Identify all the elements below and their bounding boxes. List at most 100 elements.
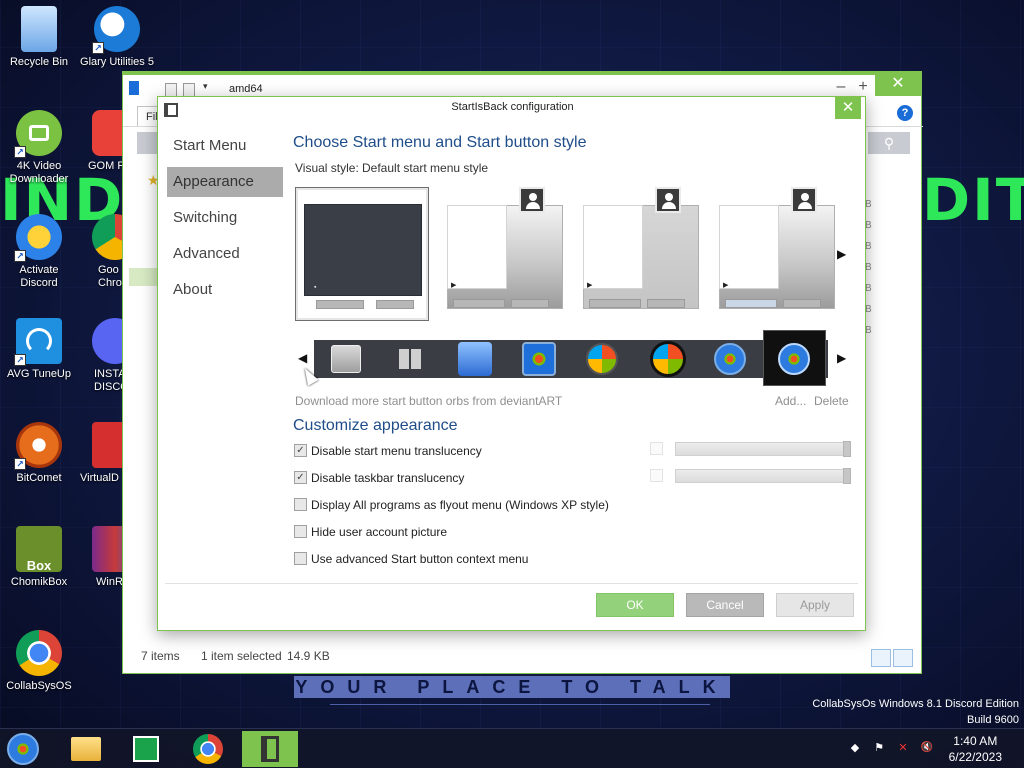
close-button[interactable]: ✕ — [875, 72, 921, 96]
desktop-icon-google-chrome[interactable]: Goo Chro — [80, 214, 128, 290]
properties-icon[interactable] — [165, 83, 177, 97]
windows-orb-icon — [7, 733, 39, 765]
option-label: Disable start menu translucency — [311, 443, 482, 458]
nav-advanced[interactable]: Advanced — [167, 239, 283, 269]
desktop-icon-virtualdj[interactable]: VirtualD — [80, 422, 128, 485]
desktop-icon-avg-tuneup[interactable]: ↗ AVG TuneUp — [0, 318, 78, 381]
desktop-icon-recycle-bin[interactable]: Recycle Bin — [0, 6, 78, 69]
desktop-icon-4k-video-downloader[interactable]: ↗ 4K Video Downloader — [0, 110, 78, 186]
option-flyout-all-programs[interactable]: Display All programs as flyout menu (Win… — [294, 497, 609, 513]
quick-access-dropdown-icon[interactable]: ▾ — [203, 81, 208, 92]
minimize-button[interactable]: – — [829, 77, 853, 97]
volume-muted-icon[interactable]: 🔇 — [920, 741, 934, 755]
download-orbs-link[interactable]: Download more start button orbs from dev… — [295, 394, 562, 408]
cancel-button[interactable]: Cancel — [686, 593, 764, 617]
nav-switching[interactable]: Switching — [167, 203, 283, 233]
file-size-cell: B — [865, 220, 872, 231]
shortcut-arrow-icon: ↗ — [92, 42, 104, 54]
next-style-arrow-icon[interactable]: ▶ — [837, 247, 846, 261]
next-orb-arrow-icon[interactable]: ▶ — [837, 351, 846, 365]
option-disable-start-menu-translucency[interactable]: ✓ Disable start menu translucency — [294, 443, 482, 459]
start-orb-4[interactable] — [522, 342, 556, 376]
start-orb-3[interactable] — [458, 342, 492, 376]
show-hidden-icons-icon[interactable]: ◆ — [848, 741, 862, 755]
style-thumbnail-2[interactable]: ▶ — [439, 187, 573, 321]
option-disable-taskbar-translucency[interactable]: ✓ Disable taskbar translucency — [294, 470, 464, 486]
shortcut-arrow-icon: ↗ — [14, 146, 26, 158]
desktop-icon-label: Recycle Bin — [9, 56, 69, 68]
maximize-button[interactable]: + — [851, 77, 875, 97]
file-size-cell: B — [865, 304, 872, 315]
start-menu-opacity-slider[interactable] — [675, 441, 851, 457]
desktop-icon-glary-utilities[interactable]: ↗ Glary Utilities 5 — [78, 6, 156, 69]
action-center-flag-icon[interactable]: ⚑ — [872, 741, 886, 755]
start-orb-8[interactable] — [778, 343, 810, 375]
desktop-icon-activate-discord[interactable]: ↗ Activate Discord — [0, 214, 78, 290]
dialog-close-button[interactable]: ✕ — [835, 97, 861, 119]
nav-pane-selected-item[interactable] — [129, 268, 159, 286]
desktop-icon-gom-player[interactable]: GOM P — [80, 110, 128, 173]
taskbar-opacity-slider[interactable] — [675, 468, 851, 484]
nav-start-menu[interactable]: Start Menu — [167, 131, 283, 161]
taskbar-file-explorer[interactable] — [58, 731, 114, 767]
nav-about[interactable]: About — [167, 275, 283, 305]
watermark-edition: CollabSysOs Windows 8.1 Discord Edition — [812, 698, 1019, 710]
apply-button[interactable]: Apply — [776, 593, 854, 617]
details-view-icon[interactable] — [871, 649, 891, 667]
thumbnail-power-bar — [511, 299, 549, 308]
desktop-icon-collabsysos[interactable]: CollabSysOS — [0, 630, 78, 693]
taskbar-startisback[interactable] — [242, 731, 298, 767]
status-selected-size: 14.9 KB — [287, 649, 330, 663]
status-item-count: 7 items — [141, 649, 180, 663]
previous-orb-arrow-icon[interactable]: ◀ — [298, 351, 307, 365]
taskbar-chrome[interactable] — [180, 731, 236, 767]
option-advanced-context-menu[interactable]: Use advanced Start button context menu — [294, 551, 528, 567]
user-avatar-icon — [655, 187, 681, 213]
style-thumbnail-1[interactable]: ▪ — [295, 187, 429, 321]
option-label: Display All programs as flyout menu (Win… — [311, 497, 609, 512]
thumbnail-search-bar — [589, 299, 641, 308]
search-icon[interactable]: ⚲ — [868, 132, 910, 154]
startisback-config-dialog[interactable]: StartIsBack configuration ✕ Start Menu A… — [157, 96, 866, 631]
start-button[interactable] — [4, 731, 42, 767]
option-hide-user-picture[interactable]: Hide user account picture — [294, 524, 447, 540]
shortcut-arrow-icon: ↗ — [14, 354, 26, 366]
desktop-icon-chomikbox[interactable]: Box ChomikBox — [0, 526, 78, 589]
taskbar-opacity-checkbox[interactable] — [650, 469, 663, 482]
desktop-icon-bitcomet[interactable]: ↗ BitComet — [0, 422, 78, 485]
style-thumbnail-3[interactable]: ▶ — [575, 187, 709, 321]
desktop-icon-label: VirtualD — [80, 472, 119, 484]
start-orb-7[interactable] — [714, 343, 746, 375]
delete-orb-link[interactable]: Delete — [814, 394, 849, 408]
ok-button[interactable]: OK — [596, 593, 674, 617]
style-thumbnail-4[interactable]: ▶ — [711, 187, 845, 321]
slider-handle[interactable] — [843, 468, 851, 484]
start-orb-1[interactable] — [331, 345, 361, 373]
thumbnail-power-bar — [376, 300, 414, 309]
start-menu-opacity-checkbox[interactable] — [650, 442, 663, 455]
help-icon[interactable]: ? — [897, 105, 913, 121]
desktop-icon-label: WinR — [96, 576, 123, 588]
thumbnail-menu-preview — [304, 204, 422, 296]
taskbar-store[interactable] — [118, 731, 174, 767]
taskbar-clock[interactable]: 1:40 AM 6/22/2023 — [949, 733, 1002, 765]
user-avatar-icon — [791, 187, 817, 213]
desktop-icon-install-discord[interactable]: INSTA DISCO — [80, 318, 128, 394]
add-orb-link[interactable]: Add... — [775, 394, 806, 408]
option-label: Disable taskbar translucency — [311, 470, 465, 485]
start-orb-6[interactable] — [650, 341, 686, 377]
desktop-icon-winrar[interactable]: WinR — [80, 526, 128, 589]
nav-appearance[interactable]: Appearance — [167, 167, 283, 197]
start-orb-5[interactable] — [586, 343, 618, 375]
new-folder-icon[interactable] — [183, 83, 195, 97]
slider-handle[interactable] — [843, 441, 851, 457]
start-orb-2[interactable] — [399, 349, 421, 369]
file-size-cell: B — [865, 241, 872, 252]
checkbox-unchecked[interactable] — [294, 525, 307, 539]
checkbox-checked[interactable]: ✓ — [294, 444, 307, 458]
checkbox-unchecked[interactable] — [294, 552, 307, 566]
network-disconnected-icon[interactable]: ✕ — [896, 741, 910, 755]
large-icons-view-icon[interactable] — [893, 649, 913, 667]
checkbox-unchecked[interactable] — [294, 498, 307, 512]
checkbox-checked[interactable]: ✓ — [294, 471, 307, 485]
